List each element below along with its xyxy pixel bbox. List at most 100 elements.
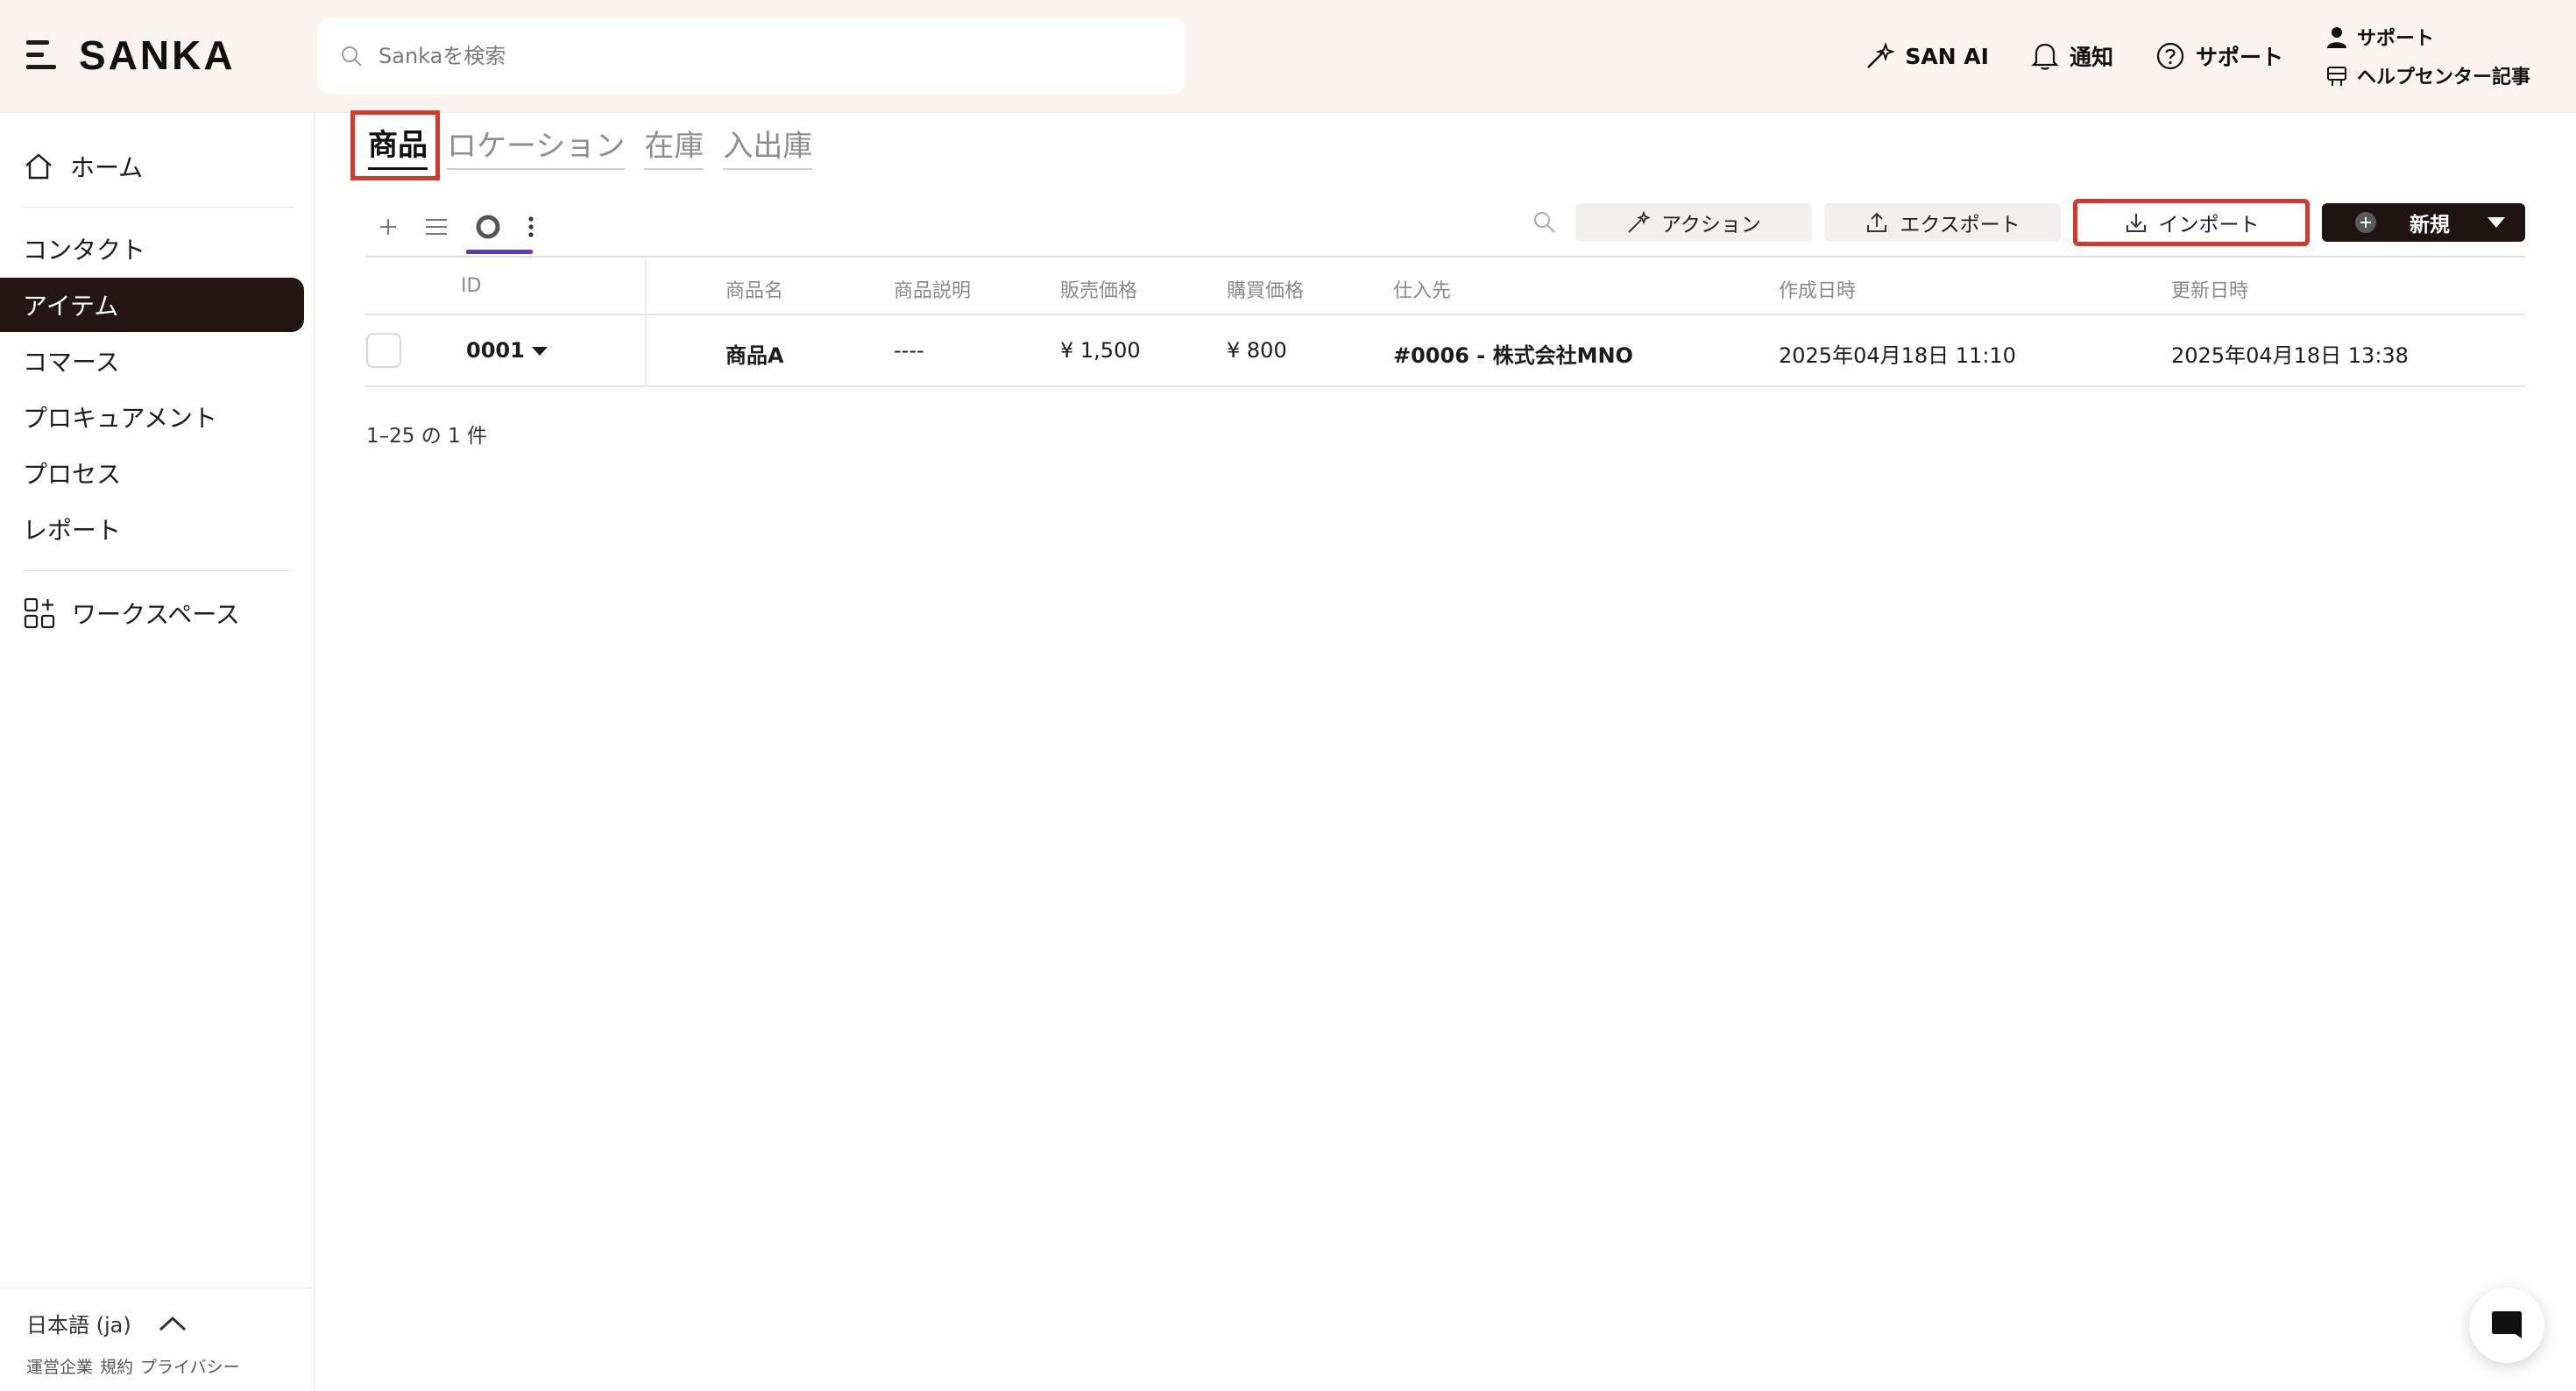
list-view-icon[interactable]	[424, 216, 449, 237]
sidebar-item-contacts[interactable]: コンタクト	[0, 222, 304, 276]
help-circle-icon	[2156, 42, 2184, 70]
sidebar-item-workspace[interactable]: ワークスペース	[0, 586, 304, 640]
upload-icon	[1867, 212, 1887, 232]
tab-inout[interactable]: 入出庫	[723, 122, 813, 170]
tab-inventory[interactable]: 在庫	[644, 122, 704, 170]
export-label: エクスポート	[1900, 214, 2020, 237]
cell-name[interactable]: 商品A	[725, 338, 784, 369]
help-center-icon	[2326, 67, 2346, 86]
items-table: ID 商品名 商品説明 販売価格 購買価格 仕入先 作成日時 更新日時 0001…	[366, 259, 2525, 387]
column-header-description[interactable]: 商品説明	[894, 275, 971, 303]
table-header: ID 商品名 商品説明 販売価格 購買価格 仕入先 作成日時 更新日時	[366, 259, 2525, 315]
search-bar[interactable]	[317, 18, 1185, 94]
column-header-sale-price[interactable]: 販売価格	[1060, 275, 1137, 303]
magic-wand-icon	[1628, 210, 1652, 233]
toolbar-actions: アクション エクスポート インポート 新規	[1532, 199, 2525, 246]
export-button[interactable]: エクスポート	[1824, 203, 2061, 242]
sidebar-divider	[23, 570, 294, 571]
tab-locations[interactable]: ロケーション	[447, 122, 626, 170]
sidebar-item-home[interactable]: ホーム	[0, 139, 304, 194]
language-label: 日本語 (ja)	[26, 1313, 131, 1338]
workspace-grid-icon	[24, 597, 55, 629]
action-button[interactable]: アクション	[1575, 203, 1812, 242]
row-expand-caret-icon[interactable]	[531, 346, 548, 357]
new-label: 新規	[2410, 214, 2450, 237]
cell-description: ----	[894, 338, 924, 363]
sidebar-item-procurement[interactable]: プロキュアメント	[0, 390, 304, 444]
column-header-supplier[interactable]: 仕入先	[1393, 275, 1451, 303]
notifications-link[interactable]: 通知	[2031, 40, 2113, 72]
support-label: サポート	[2195, 45, 2283, 70]
sidebar-item-label: アイテム	[23, 292, 119, 321]
column-header-name[interactable]: 商品名	[725, 275, 783, 303]
logo[interactable]: SANKA	[26, 32, 236, 79]
column-header-updated[interactable]: 更新日時	[2171, 275, 2248, 303]
table-toolbar: アクション エクスポート インポート 新規	[366, 199, 2525, 258]
help-center-link[interactable]: ヘルプセンター記事	[2325, 61, 2530, 89]
sidebar-item-label: レポート	[23, 516, 122, 545]
view-controls	[366, 200, 534, 254]
search-icon	[342, 46, 362, 67]
sidebar-item-label: ワークスペース	[72, 600, 240, 629]
column-divider	[645, 259, 647, 387]
san-ai-label: SAN AI	[1905, 43, 1989, 69]
cell-purchase-price: ¥ 800	[1227, 338, 1287, 363]
support-link[interactable]: サポート	[2155, 40, 2283, 72]
footer-link-terms[interactable]: 規約	[100, 1354, 133, 1378]
header-actions: SAN AI 通知 サポート サポート ヘルプセンター記事	[1865, 19, 2530, 93]
toolbar-divider	[366, 256, 2525, 258]
new-button[interactable]: 新規	[2322, 203, 2525, 242]
row-checkbox[interactable]	[366, 333, 401, 368]
import-label: インポート	[2158, 214, 2260, 237]
sidebar-item-label: コマース	[23, 348, 120, 377]
cell-sale-price: ¥ 1,500	[1060, 338, 1141, 363]
notifications-label: 通知	[2069, 45, 2113, 70]
sidebar-item-reports[interactable]: レポート	[0, 502, 304, 556]
search-input[interactable]	[379, 43, 1079, 68]
brand-name: SANKA	[79, 32, 236, 78]
sidebar-footer: 日本語 (ja) 運営企業 規約 プライバシー	[0, 1288, 314, 1391]
chat-icon	[2492, 1311, 2522, 1338]
chevron-up-icon	[159, 1316, 186, 1331]
support-user-link[interactable]: サポート	[2325, 23, 2530, 51]
sidebar-item-commerce[interactable]: コマース	[0, 334, 304, 388]
dropdown-caret-icon[interactable]	[2487, 216, 2506, 229]
add-view-icon[interactable]	[379, 217, 398, 237]
download-icon	[2126, 214, 2146, 232]
sidebar-item-items[interactable]: アイテム	[0, 278, 304, 332]
sidebar-item-label: ホーム	[70, 153, 144, 182]
column-header-purchase-price[interactable]: 購買価格	[1227, 275, 1304, 303]
home-icon	[25, 153, 52, 180]
sidebar-item-process[interactable]: プロセス	[0, 446, 304, 500]
language-selector[interactable]: 日本語 (ja)	[26, 1308, 287, 1338]
cell-id[interactable]: 0001	[466, 338, 525, 363]
footer-link-privacy[interactable]: プライバシー	[140, 1354, 240, 1378]
tab-highlight-box	[350, 110, 440, 180]
table-search-icon[interactable]	[1532, 209, 1558, 236]
cell-updated: 2025年04月18日 13:38	[2171, 343, 2409, 368]
bell-icon	[2031, 43, 2059, 70]
footer-link-company[interactable]: 運営企業	[26, 1354, 93, 1378]
more-options-icon[interactable]	[527, 215, 534, 238]
chat-button[interactable]	[2469, 1288, 2544, 1363]
sidebar-item-label: コンタクト	[23, 236, 146, 265]
top-header: SANKA SAN AI 通知	[0, 0, 2576, 113]
user-icon	[2326, 27, 2346, 48]
column-header-created[interactable]: 作成日時	[1779, 275, 1856, 303]
cell-supplier[interactable]: #0006 - 株式会社MNO	[1393, 338, 1633, 369]
sidebar: ホーム コンタクト アイテム コマース プロキュアメント プロセス レポート ワ…	[0, 113, 315, 1391]
sidebar-divider	[23, 207, 294, 208]
import-button[interactable]: インポート	[2073, 199, 2310, 246]
table-row[interactable]: 0001 商品A ---- ¥ 1,500 ¥ 800 #0006 - 株式会社…	[366, 315, 2525, 387]
default-view-icon[interactable]	[475, 214, 501, 240]
san-ai-link[interactable]: SAN AI	[1865, 41, 1989, 71]
footer-links: 運営企業 規約 プライバシー	[26, 1354, 287, 1378]
user-links: サポート ヘルプセンター記事	[2325, 23, 2530, 89]
magic-wand-icon	[1867, 41, 1895, 68]
plus-icon	[2355, 212, 2376, 233]
pagination-info: 1–25 の 1 件	[366, 425, 487, 448]
column-header-id[interactable]: ID	[461, 275, 481, 297]
help-center-label: ヘルプセンター記事	[2356, 67, 2530, 88]
cell-created: 2025年04月18日 11:10	[1779, 343, 2016, 368]
menu-icon[interactable]	[26, 40, 60, 70]
